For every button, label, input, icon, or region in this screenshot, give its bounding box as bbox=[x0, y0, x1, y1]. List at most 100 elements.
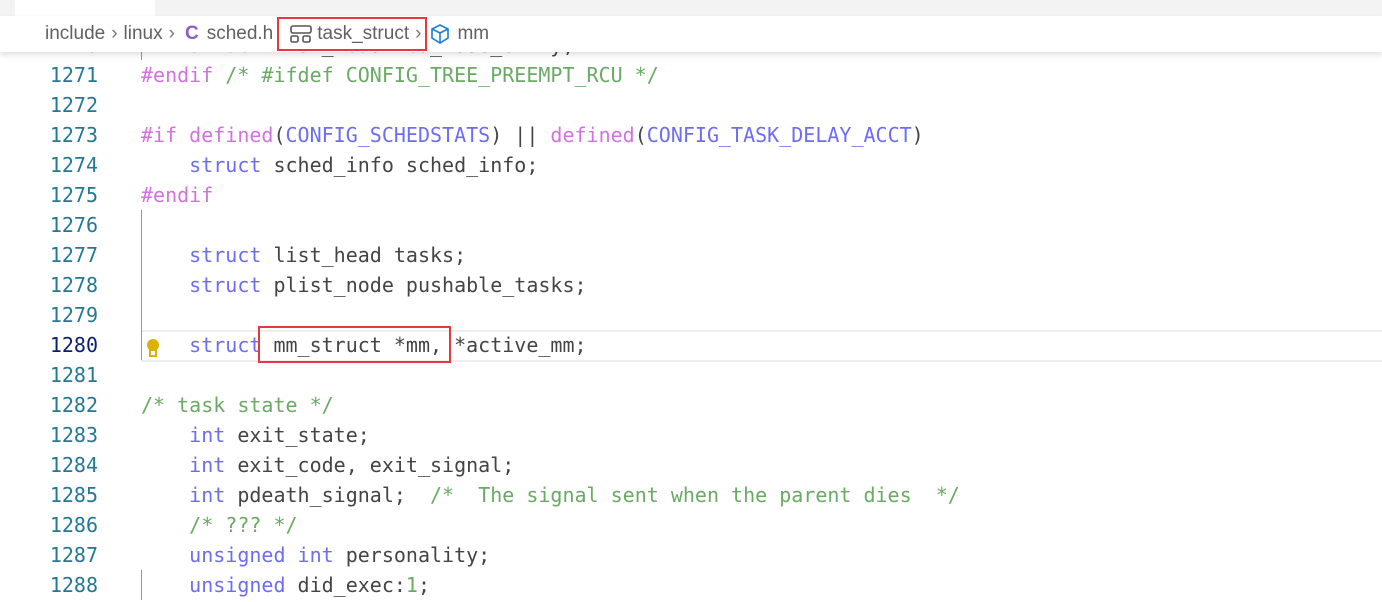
breadcrumb-task-struct-label: task_struct bbox=[317, 23, 410, 44]
line-number: 1273 bbox=[49, 123, 98, 147]
line-source: /* ??? */ bbox=[141, 510, 298, 540]
code-line[interactable]: 1279 bbox=[0, 300, 1382, 330]
line-number: 1279 bbox=[49, 303, 98, 327]
line-source: unsigned int personality; bbox=[141, 540, 490, 570]
token: did_exec: bbox=[285, 573, 406, 597]
code-line[interactable]: 1277 struct list_head tasks; bbox=[0, 240, 1382, 270]
editor-tab[interactable] bbox=[15, 0, 155, 16]
code-line[interactable]: 1285 int pdeath_signal; /* The signal se… bbox=[0, 480, 1382, 510]
token: plist_node pushable_tasks; bbox=[261, 273, 587, 297]
token: /* #ifdef CONFIG_TREE_PREEMPT_RCU */ bbox=[213, 63, 659, 87]
token: pdeath_signal; bbox=[225, 483, 430, 507]
code-line[interactable]: 1275 #endif bbox=[0, 180, 1382, 210]
line-number: 1277 bbox=[49, 243, 98, 267]
token: defined bbox=[550, 123, 635, 147]
line-number: 1272 bbox=[49, 93, 98, 117]
line-number: 1278 bbox=[49, 273, 98, 297]
token: ) bbox=[911, 123, 924, 147]
line-source: int exit_state; bbox=[141, 420, 370, 450]
code-line[interactable]: 1288 unsigned did_exec:1; bbox=[0, 570, 1382, 600]
token: CONFIG_TASK_DELAY_ACCT bbox=[646, 123, 912, 147]
token: ) || bbox=[490, 123, 551, 147]
field-cube-icon bbox=[431, 24, 450, 44]
line-number: 1271 bbox=[49, 63, 98, 87]
token: list_head tasks; bbox=[261, 243, 467, 267]
code-line[interactable]: 1272 bbox=[0, 90, 1382, 120]
line-number: 1275 bbox=[49, 183, 98, 207]
token: int bbox=[141, 423, 226, 447]
token: unsigned int bbox=[141, 543, 334, 567]
token: ( bbox=[634, 123, 647, 147]
token: exit_state; bbox=[225, 423, 370, 447]
chevron-right-icon: › bbox=[168, 23, 175, 44]
token: #endif bbox=[141, 183, 214, 207]
line-number: 1287 bbox=[49, 543, 98, 567]
code-editor[interactable]: 1270 struct list_head rcu_node_entry;127… bbox=[0, 30, 1382, 600]
breadcrumb-include[interactable]: include bbox=[45, 23, 105, 45]
line-source: /* task state */ bbox=[141, 390, 334, 420]
line-number: 1285 bbox=[49, 483, 98, 507]
line-source: struct list_head tasks; bbox=[141, 240, 466, 270]
indent-guide bbox=[141, 210, 142, 360]
token: CONFIG_SCHEDSTATS bbox=[285, 123, 491, 147]
line-source: #if defined(CONFIG_SCHEDSTATS) || define… bbox=[141, 120, 924, 150]
line-source: unsigned did_exec:1; bbox=[141, 570, 430, 600]
line-number: 1281 bbox=[49, 363, 98, 387]
line-source: struct plist_node pushable_tasks; bbox=[141, 270, 587, 300]
line-number: 1276 bbox=[49, 213, 98, 237]
code-line[interactable]: 1287 unsigned int personality; bbox=[0, 540, 1382, 570]
token: int bbox=[141, 483, 226, 507]
line-number: 1282 bbox=[49, 393, 98, 417]
token: struct bbox=[141, 243, 262, 267]
token: struct bbox=[141, 273, 262, 297]
indent-guide bbox=[141, 570, 142, 600]
code-line[interactable]: 1274 struct sched_info sched_info; bbox=[0, 150, 1382, 180]
struct-icon bbox=[290, 25, 313, 43]
breadcrumb-mm[interactable]: mm bbox=[457, 23, 489, 45]
c-file-icon: C bbox=[184, 23, 199, 44]
code-line[interactable]: 1286 /* ??? */ bbox=[0, 510, 1382, 540]
code-line[interactable]: 1280 struct mm_struct *mm, *active_mm; bbox=[0, 330, 1382, 362]
token: /* task state */ bbox=[141, 393, 334, 417]
token: #endif bbox=[141, 63, 214, 87]
breadcrumb: include › linux › C sched.h task_struct … bbox=[0, 16, 1382, 52]
code-line[interactable]: 1276 bbox=[0, 210, 1382, 240]
token: /* The signal sent when the parent dies … bbox=[430, 483, 960, 507]
line-source: struct sched_info sched_info; bbox=[141, 150, 538, 180]
line-source: int pdeath_signal; /* The signal sent wh… bbox=[141, 480, 960, 510]
code-line[interactable]: 1273 #if defined(CONFIG_SCHEDSTATS) || de… bbox=[0, 120, 1382, 150]
tab-strip bbox=[0, 0, 1382, 16]
token: unsigned bbox=[141, 573, 286, 597]
line-source: #endif bbox=[141, 180, 213, 210]
line-source: int exit_code, exit_signal; bbox=[141, 450, 514, 480]
line-number: 1286 bbox=[49, 513, 98, 537]
token: ; bbox=[417, 573, 431, 597]
highlight-box bbox=[258, 326, 451, 363]
line-number: 1274 bbox=[49, 153, 98, 177]
chevron-right-icon: › bbox=[415, 23, 422, 44]
line-number: 1283 bbox=[49, 423, 98, 447]
token: struct bbox=[141, 153, 262, 177]
code-line[interactable]: 1278 struct plist_node pushable_tasks; bbox=[0, 270, 1382, 300]
token: personality; bbox=[333, 543, 491, 567]
breadcrumb-linux[interactable]: linux bbox=[124, 23, 163, 45]
code-line[interactable]: 1271 #endif /* #ifdef CONFIG_TREE_PREEMPT… bbox=[0, 60, 1382, 90]
code-line[interactable]: 1283 int exit_state; bbox=[0, 420, 1382, 450]
token: /* ??? */ bbox=[141, 513, 298, 537]
breadcrumb-task-struct[interactable]: task_struct › bbox=[277, 17, 428, 51]
token: ( bbox=[273, 123, 286, 147]
code-line[interactable]: 1281 bbox=[0, 360, 1382, 390]
line-number: 1288 bbox=[49, 573, 98, 597]
code-line[interactable]: 1282 /* task state */ bbox=[0, 390, 1382, 420]
token: exit_code, exit_signal; bbox=[225, 453, 515, 477]
chevron-right-icon: › bbox=[111, 23, 118, 44]
token: int bbox=[141, 453, 226, 477]
code-line[interactable]: 1284 int exit_code, exit_signal; bbox=[0, 450, 1382, 480]
breadcrumb-file[interactable]: sched.h bbox=[207, 23, 274, 45]
token: 1 bbox=[405, 573, 418, 597]
line-number: 1280 bbox=[49, 333, 98, 357]
line-source: #endif /* #ifdef CONFIG_TREE_PREEMPT_RCU… bbox=[141, 60, 659, 90]
token: #if defined bbox=[141, 123, 274, 147]
line-number: 1284 bbox=[49, 453, 98, 477]
token: sched_info sched_info; bbox=[261, 153, 539, 177]
